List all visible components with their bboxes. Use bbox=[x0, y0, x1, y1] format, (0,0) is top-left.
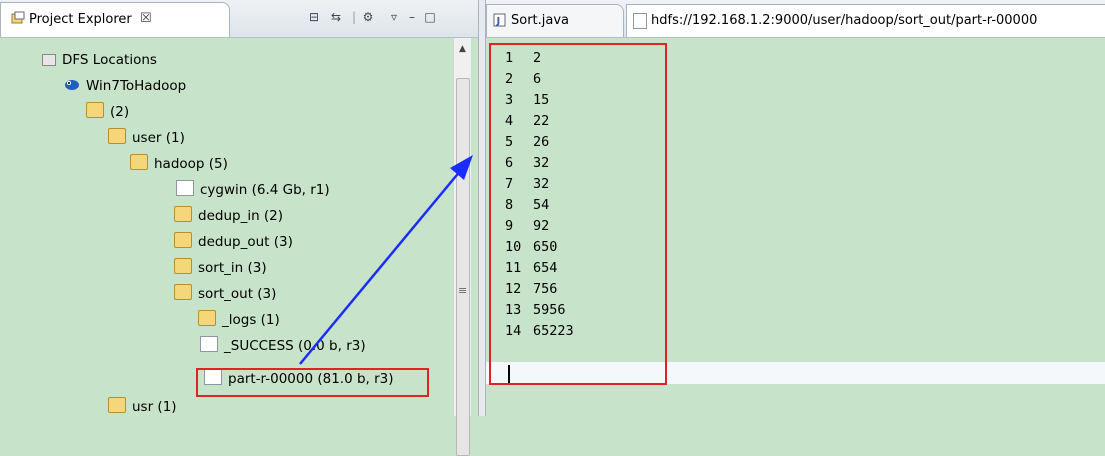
scrollbar-thumb[interactable] bbox=[456, 78, 470, 456]
tree-node-cygwin[interactable]: cygwin (6.4 Gb, r1) bbox=[174, 179, 330, 201]
folder-icon bbox=[174, 258, 192, 274]
tree-node-win7tohadoop[interactable]: Win7ToHadoop bbox=[64, 75, 186, 97]
maximize-icon[interactable]: □ bbox=[422, 9, 438, 25]
tree-node-dfs-locations[interactable]: DFS Locations bbox=[42, 49, 157, 71]
link-with-editor-icon[interactable]: ⇆ bbox=[328, 9, 344, 25]
tree-node-user[interactable]: user (1) bbox=[108, 127, 185, 149]
folder-icon bbox=[174, 206, 192, 222]
tab-hdfs-file[interactable]: hdfs://192.168.1.2:9000/user/hadoop/sort… bbox=[626, 4, 1105, 37]
tree-node-sort-in[interactable]: sort_in (3) bbox=[174, 257, 267, 279]
tree-node-logs[interactable]: _logs (1) bbox=[198, 309, 280, 331]
minimize-icon[interactable]: – bbox=[404, 9, 420, 25]
folder-icon bbox=[198, 310, 216, 326]
close-icon[interactable]: ☒ bbox=[140, 11, 152, 26]
project-explorer-panel: Project Explorer ☒ ⊟ ⇆ | ⚙ ▿ – □ DFS Loc… bbox=[0, 0, 478, 456]
project-explorer-toolbar: Project Explorer ☒ ⊟ ⇆ | ⚙ ▿ – □ bbox=[0, 0, 478, 38]
output-highlight-box bbox=[489, 43, 667, 385]
tab-label: Sort.java bbox=[511, 13, 570, 28]
pane-divider[interactable] bbox=[478, 0, 486, 416]
tree-node-sort-out[interactable]: sort_out (3) bbox=[174, 283, 276, 305]
tree-node-dedup-out[interactable]: dedup_out (3) bbox=[174, 231, 293, 253]
tree-node-root[interactable]: (2) bbox=[86, 101, 129, 123]
project-explorer-icon bbox=[11, 11, 25, 24]
tree-node-usr[interactable]: usr (1) bbox=[108, 396, 177, 418]
folder-icon bbox=[108, 397, 126, 413]
tab-sort-java[interactable]: J Sort.java bbox=[486, 4, 624, 37]
tree-node-success[interactable]: _SUCCESS (0.0 b, r3) bbox=[198, 335, 366, 357]
tab-label: hdfs://192.168.1.2:9000/user/hadoop/sort… bbox=[651, 13, 1038, 28]
file-icon bbox=[176, 180, 194, 196]
tree-node-hadoop[interactable]: hadoop (5) bbox=[130, 153, 228, 175]
filter-icon[interactable]: ⚙ bbox=[360, 9, 376, 25]
folder-icon bbox=[108, 128, 126, 144]
dfs-locations-icon bbox=[42, 54, 56, 66]
editor-panel: J Sort.java hdfs://192.168.1.2:9000/user… bbox=[486, 0, 1105, 416]
tab-project-explorer[interactable]: Project Explorer ☒ bbox=[0, 2, 230, 37]
vertical-scrollbar[interactable]: ▲ ≡ bbox=[453, 38, 471, 456]
collapse-all-icon[interactable]: ⊟ bbox=[306, 9, 322, 25]
dfs-tree: DFS Locations Win7ToHadoop (2) user (1) … bbox=[0, 38, 452, 416]
folder-icon bbox=[174, 232, 192, 248]
hadoop-elephant-icon bbox=[64, 77, 80, 91]
text-editor[interactable]: 12 26 3 15 4 22 5 26 6 32 7 32 8 54 9 92 10 650 … bbox=[486, 38, 1105, 416]
folder-icon bbox=[174, 284, 192, 300]
folder-icon bbox=[86, 102, 104, 118]
file-highlight-box bbox=[196, 368, 429, 397]
view-menu-icon[interactable]: ▿ bbox=[386, 9, 402, 25]
scrollbar-grip-icon: ≡ bbox=[458, 284, 468, 297]
scroll-up-icon[interactable]: ▲ bbox=[454, 44, 471, 54]
folder-icon bbox=[130, 154, 148, 170]
java-file-icon: J bbox=[493, 13, 506, 27]
file-icon bbox=[633, 13, 647, 29]
svg-text:J: J bbox=[496, 16, 501, 27]
editor-tabbar: J Sort.java hdfs://192.168.1.2:9000/user… bbox=[486, 0, 1105, 38]
file-icon bbox=[200, 336, 218, 352]
tab-label: Project Explorer bbox=[29, 12, 132, 27]
tree-node-dedup-in[interactable]: dedup_in (2) bbox=[174, 205, 283, 227]
